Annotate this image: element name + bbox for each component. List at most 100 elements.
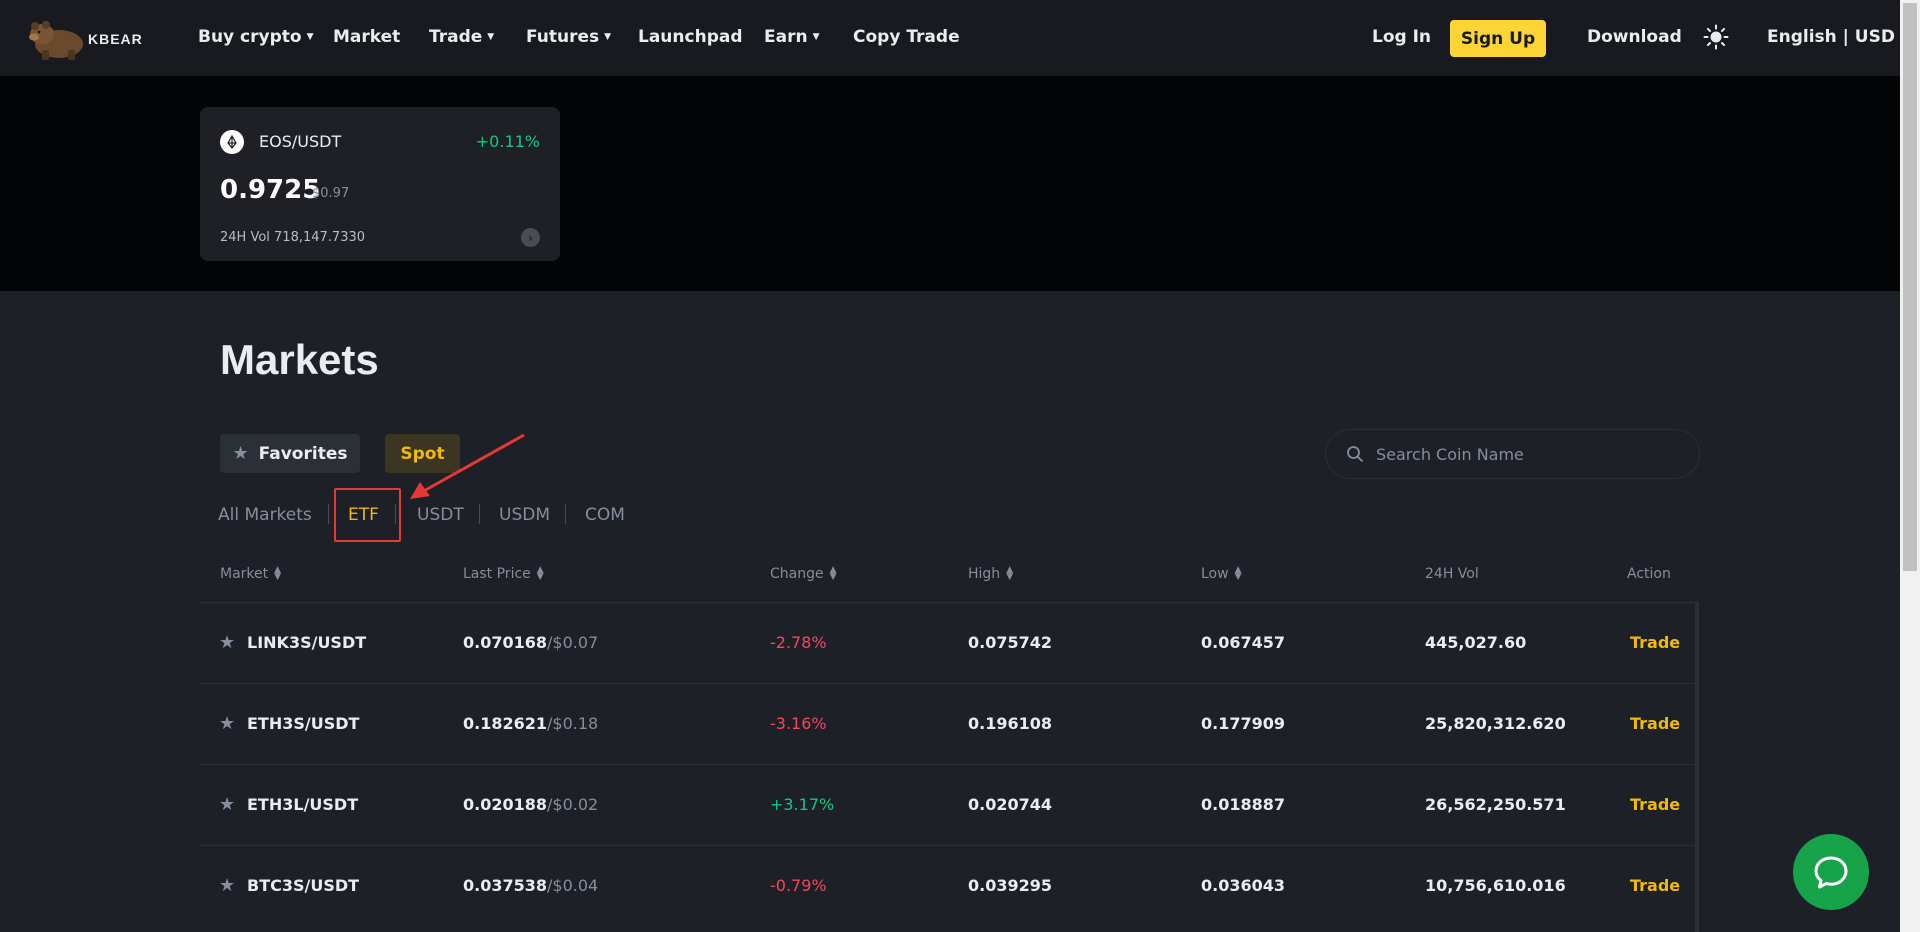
nav-futures[interactable]: Futures ▼	[526, 27, 611, 47]
markets-table: ★ LINK3S/USDT 0.070168/$0.07 -2.78% 0.07…	[200, 602, 1700, 932]
volume-value: 25,820,312.620	[1425, 714, 1566, 733]
ticker-card[interactable]: EOS/USDT +0.11% 0.9725 $0.97 24H Vol 718…	[200, 107, 560, 261]
subtab-all-markets[interactable]: All Markets	[218, 505, 312, 525]
column-market-label: Market	[220, 566, 269, 582]
column-action: Action	[1627, 566, 1671, 582]
market-pair: ETH3L/USDT	[247, 795, 359, 814]
kbear-logo[interactable]: KBEAR	[26, 14, 146, 64]
annotation-arrow-icon	[410, 433, 525, 499]
ticker-price-usd: $0.97	[312, 186, 350, 201]
nav-buy-crypto[interactable]: Buy crypto ▼	[198, 27, 314, 47]
nav-trade[interactable]: Trade ▼	[429, 27, 494, 47]
column-high-label: High	[968, 566, 1001, 582]
caret-down-icon: ▼	[487, 32, 495, 42]
subtab-usdm[interactable]: USDM	[499, 505, 550, 525]
last-price: 0.020188/$0.02	[463, 795, 598, 814]
change-value: -2.78%	[770, 633, 827, 652]
nav-copy-trade[interactable]: Copy Trade	[853, 27, 960, 47]
login-link[interactable]: Log In	[1372, 27, 1431, 47]
nav-buy-crypto-label: Buy crypto	[198, 27, 302, 47]
download-link[interactable]: Download	[1587, 27, 1682, 47]
column-24h-vol-label: 24H Vol	[1425, 566, 1479, 582]
column-change-label: Change	[770, 566, 824, 582]
search-icon	[1347, 446, 1363, 462]
page-scrollbar-thumb[interactable]	[1903, 3, 1917, 571]
market-pair: LINK3S/USDT	[247, 633, 367, 652]
high-value: 0.020744	[968, 795, 1053, 814]
ticker-change: +0.11%	[475, 132, 540, 151]
star-icon: ★	[232, 443, 249, 464]
nav-copy-trade-label: Copy Trade	[853, 27, 960, 47]
search-input[interactable]	[1376, 444, 1676, 464]
last-price: 0.070168/$0.07	[463, 633, 598, 652]
low-value: 0.067457	[1201, 633, 1286, 652]
ticker-price: 0.9725	[220, 175, 321, 205]
nav-market[interactable]: Market	[333, 27, 400, 47]
caret-down-icon: ▼	[812, 32, 820, 42]
table-row[interactable]: ★ ETH3L/USDT 0.020188/$0.02 +3.17% 0.020…	[200, 764, 1695, 845]
table-row[interactable]: ★ BTC3S/USDT 0.037538/$0.04 -0.79% 0.039…	[200, 845, 1695, 926]
sort-icon: ▲ ▼	[274, 565, 282, 582]
search-box[interactable]	[1325, 429, 1700, 479]
sort-icon: ▲ ▼	[1006, 565, 1014, 582]
volume-value: 445,027.60	[1425, 633, 1527, 652]
nav-launchpad-label: Launchpad	[638, 27, 743, 47]
subtab-usdt[interactable]: USDT	[417, 505, 464, 525]
column-last-price[interactable]: Last Price ▲ ▼	[463, 565, 544, 583]
ticker-volume: 24H Vol 718,147.7330	[220, 230, 366, 245]
download-label: Download	[1587, 27, 1682, 47]
divider	[328, 504, 329, 524]
chat-support-button[interactable]	[1793, 834, 1869, 910]
low-value: 0.036043	[1201, 876, 1286, 895]
change-value: -3.16%	[770, 714, 827, 733]
last-price: 0.037538/$0.04	[463, 876, 598, 895]
sort-icon: ▲ ▼	[536, 565, 544, 582]
volume-value: 10,756,610.016	[1425, 876, 1566, 895]
column-market[interactable]: Market ▲ ▼	[220, 565, 282, 583]
caret-down-icon: ▼	[604, 32, 612, 42]
language-currency-selector[interactable]: English | USD	[1767, 27, 1895, 47]
trade-link[interactable]: Trade	[1630, 714, 1680, 733]
divider	[565, 504, 566, 524]
trade-link[interactable]: Trade	[1630, 795, 1680, 814]
favorites-label: Favorites	[258, 443, 348, 464]
star-icon[interactable]: ★	[219, 794, 235, 815]
favorites-tab[interactable]: ★ Favorites	[220, 434, 360, 473]
star-icon[interactable]: ★	[219, 875, 235, 896]
change-value: +3.17%	[770, 795, 835, 814]
chevron-right-icon[interactable]: ›	[521, 228, 540, 247]
ticker-pair: EOS/USDT	[259, 132, 342, 151]
sort-icon: ▲ ▼	[1234, 565, 1242, 582]
nav-market-label: Market	[333, 27, 401, 47]
table-row[interactable]: ★ ETH3S/USDT 0.182621/$0.18 -3.16% 0.196…	[200, 683, 1695, 764]
nav-trade-label: Trade	[429, 27, 483, 47]
table-scrollbar[interactable]	[1695, 602, 1699, 932]
eos-coin-icon	[220, 130, 244, 154]
column-low[interactable]: Low ▲ ▼	[1201, 565, 1242, 583]
trade-link[interactable]: Trade	[1630, 633, 1680, 652]
nav-futures-label: Futures	[526, 27, 600, 47]
low-value: 0.177909	[1201, 714, 1286, 733]
last-price-usd: /$0.07	[547, 633, 599, 652]
star-icon[interactable]: ★	[219, 632, 235, 653]
star-icon[interactable]: ★	[219, 713, 235, 734]
page-title: Markets	[220, 336, 379, 383]
column-change[interactable]: Change ▲ ▼	[770, 566, 837, 583]
trade-link[interactable]: Trade	[1630, 876, 1680, 895]
last-price-usd: /$0.04	[547, 876, 599, 895]
column-high[interactable]: High ▲ ▼	[968, 565, 1014, 583]
table-row[interactable]: ★ LINK3S/USDT 0.070168/$0.07 -2.78% 0.07…	[200, 602, 1695, 683]
theme-toggle-sun-icon[interactable]	[1703, 24, 1729, 50]
nav-earn-label: Earn	[764, 27, 808, 47]
last-price-value: 0.070168	[463, 633, 548, 652]
subtab-com[interactable]: COM	[585, 505, 625, 525]
column-last-price-label: Last Price	[463, 566, 531, 582]
login-label: Log In	[1372, 27, 1432, 47]
last-price: 0.182621/$0.18	[463, 714, 598, 733]
signup-button[interactable]: Sign Up	[1450, 20, 1546, 57]
nav-earn[interactable]: Earn ▼	[764, 27, 820, 47]
column-action-label: Action	[1627, 566, 1671, 582]
nav-launchpad[interactable]: Launchpad	[638, 27, 743, 47]
volume-value: 26,562,250.571	[1425, 795, 1566, 814]
last-price-value: 0.182621	[463, 714, 548, 733]
